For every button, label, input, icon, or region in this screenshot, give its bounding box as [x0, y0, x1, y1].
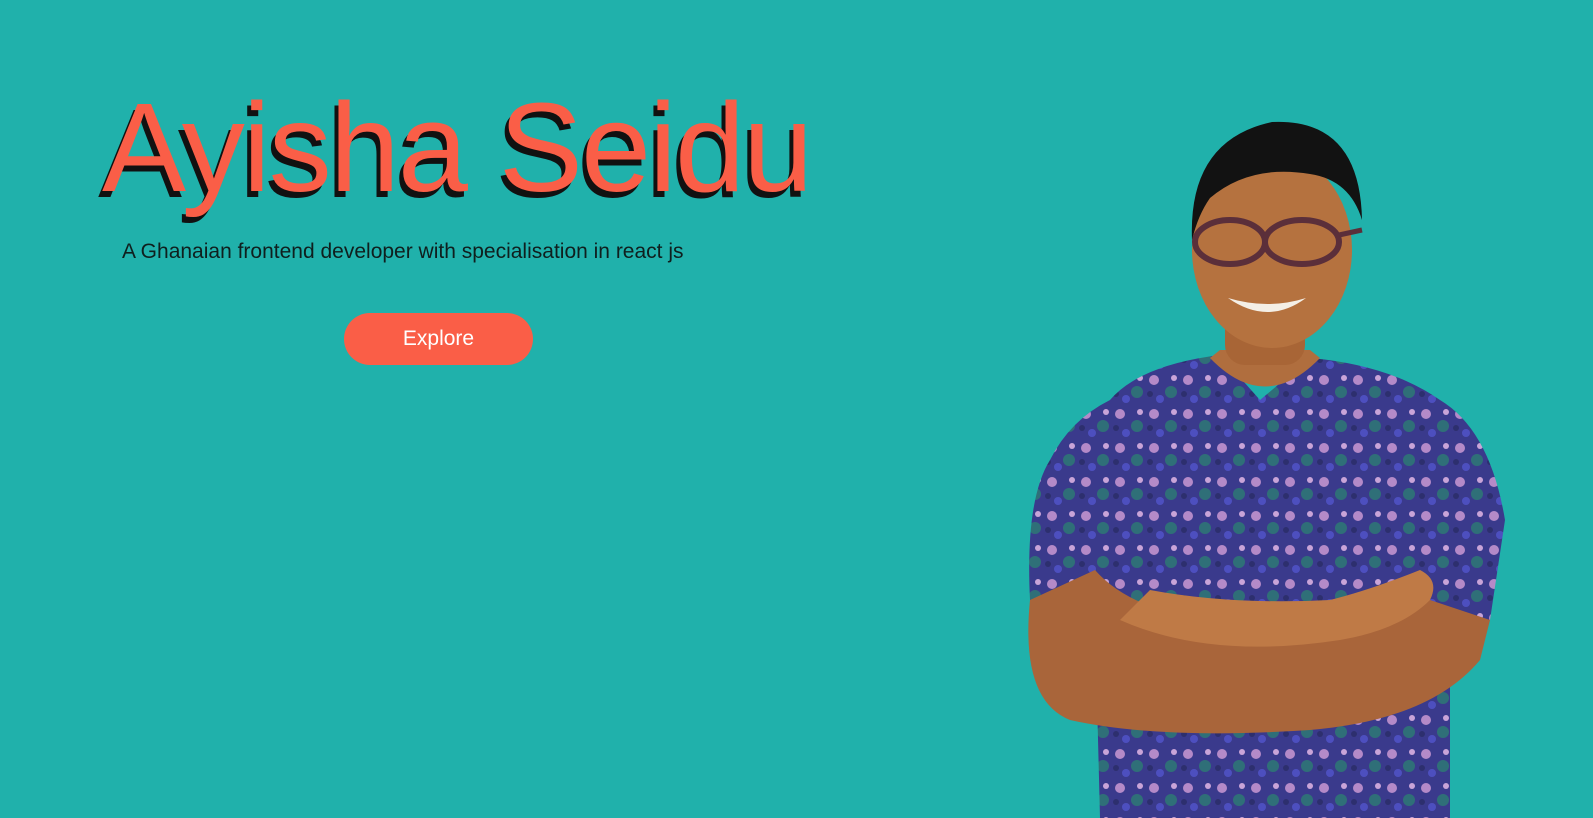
person-portrait-icon — [1028, 121, 1505, 818]
hero-title: Ayisha Seidu — [102, 77, 813, 218]
explore-button[interactable]: Explore — [344, 313, 533, 365]
hero-subtitle: A Ghanaian frontend developer with speci… — [122, 240, 684, 263]
